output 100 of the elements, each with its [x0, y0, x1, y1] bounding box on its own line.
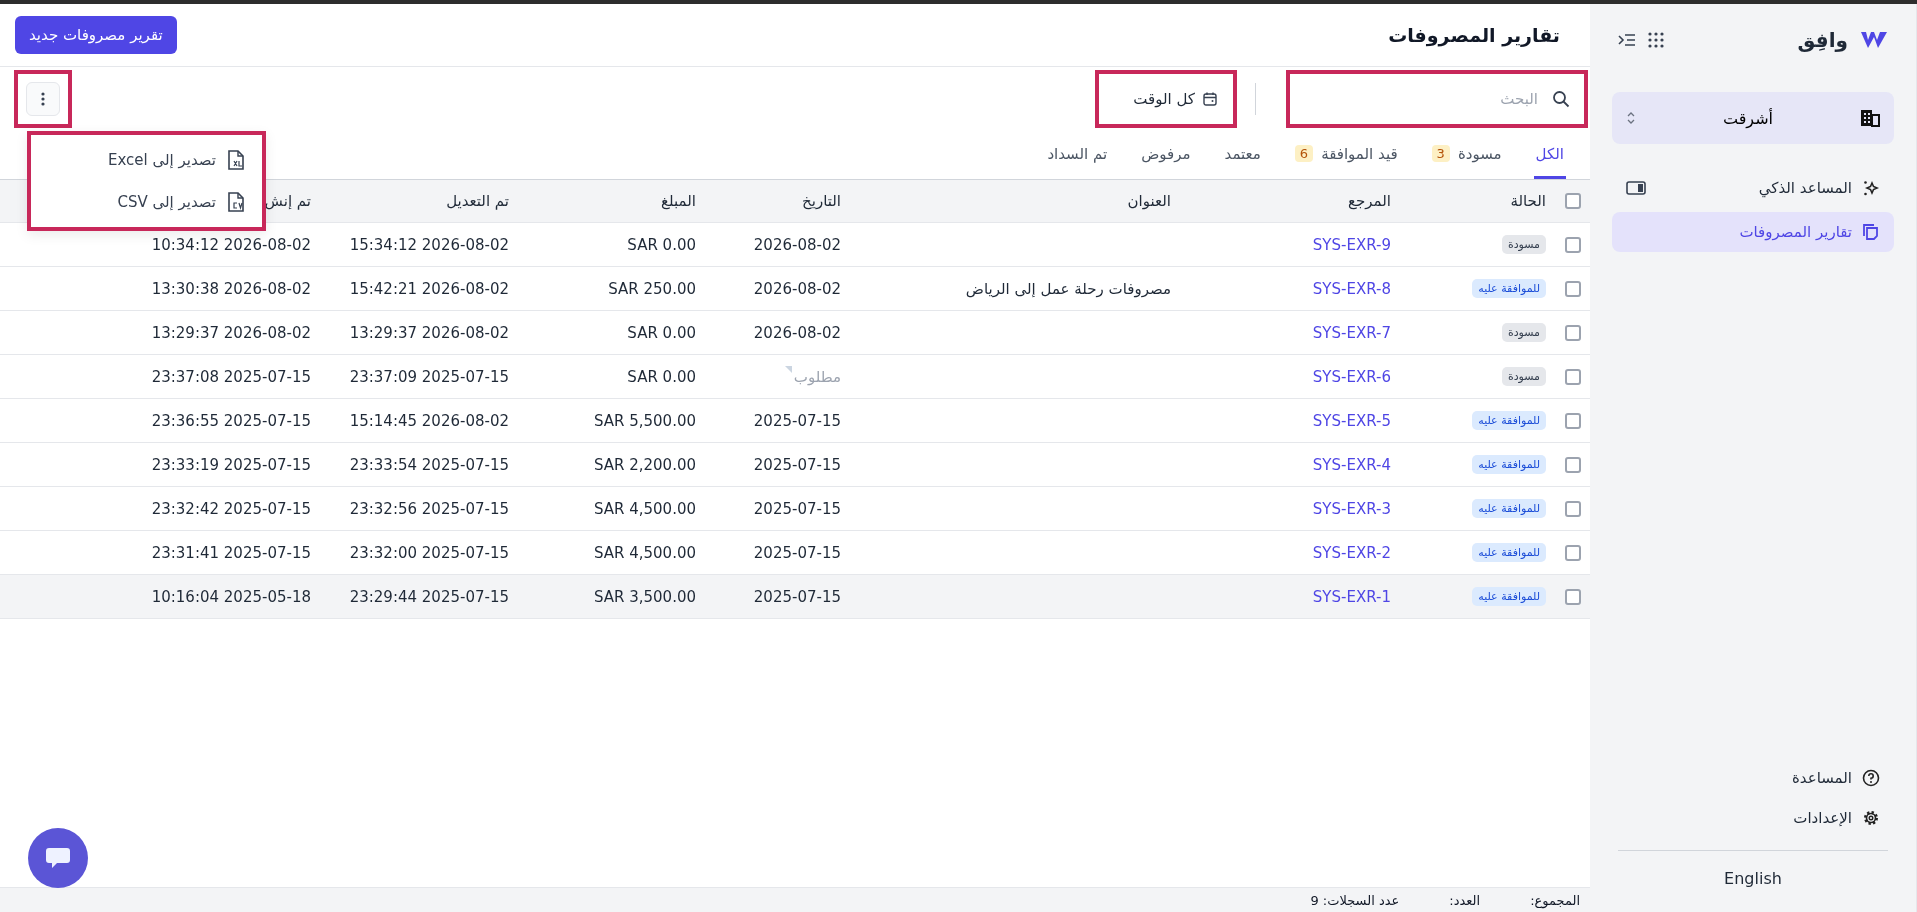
filter-tab[interactable]: معتمد	[1222, 131, 1263, 179]
reference-link[interactable]: SYS-EXR-6	[1312, 367, 1391, 386]
column-header: المرجع	[1348, 192, 1391, 210]
table-cell: 13:30:38 2026-08-02	[151, 279, 311, 298]
chat-bubble-icon	[45, 846, 71, 870]
corner-marker-icon	[784, 365, 792, 373]
nav-item[interactable]: المساعد الذكي	[1612, 168, 1894, 208]
status-badge: مسودة	[1501, 235, 1546, 254]
column-header: التاريخ	[802, 192, 841, 210]
language-link[interactable]: English	[1716, 865, 1790, 892]
logo-text: وافِق	[1797, 28, 1848, 52]
table-cell: 23:37:08 2025-07-15	[151, 367, 311, 386]
table-cell: 13:29:37 2026-08-02	[151, 323, 311, 342]
date-filter-button[interactable]: كل الوقت	[1127, 89, 1223, 109]
sparkle-icon	[1862, 179, 1880, 197]
menu-item[interactable]: تصدير إلى Excel	[31, 141, 262, 179]
table-cell: 2026-08-02	[753, 279, 841, 298]
row-checkbox[interactable]	[1565, 456, 1581, 473]
more-options-button[interactable]	[26, 82, 60, 116]
table-cell: 23:32:56 2025-07-15	[349, 499, 509, 518]
row-checkbox[interactable]	[1565, 500, 1581, 517]
settings-link[interactable]: الإعدادات	[1612, 798, 1894, 838]
help-icon	[1862, 769, 1880, 787]
nav-item[interactable]: تقارير المصروفات	[1612, 212, 1894, 252]
table-cell: SAR 3,500.00	[593, 587, 696, 606]
table-cell: 2025-07-15	[753, 455, 841, 474]
reference-link[interactable]: SYS-EXR-7	[1312, 323, 1391, 342]
new-report-button[interactable]: تقرير مصروفات جديد	[15, 16, 177, 54]
status-badge: للموافقة عليه	[1472, 499, 1546, 518]
table-cell: 23:36:55 2025-07-15	[151, 411, 311, 430]
calendar-icon	[1203, 92, 1217, 106]
menu-collapse-icon[interactable]	[1618, 33, 1636, 47]
table-cell: 23:31:41 2025-07-15	[151, 543, 311, 562]
record-count: عدد السجلات: 9	[1310, 892, 1400, 908]
reference-link[interactable]: SYS-EXR-3	[1312, 499, 1391, 518]
filter-tab[interactable]: تم السداد	[1045, 131, 1110, 179]
status-badge: للموافقة عليه	[1472, 279, 1546, 298]
table-cell: 15:14:45 2026-08-02	[349, 411, 509, 430]
panel-icon[interactable]	[1626, 181, 1646, 195]
table-cell: 23:33:54 2025-07-15	[349, 455, 509, 474]
table-cell: مصروفات رحلة عمل إلى الرياض	[965, 279, 1171, 298]
table-cell: SAR 4,500.00	[593, 543, 696, 562]
table-cell: SAR 5,500.00	[593, 411, 696, 430]
table-cell: 2025-07-15	[753, 411, 841, 430]
row-checkbox[interactable]	[1565, 236, 1581, 253]
status-badge: للموافقة عليه	[1472, 455, 1546, 474]
search-field[interactable]: البحث	[1336, 89, 1540, 109]
settings-icon	[1862, 809, 1880, 827]
row-checkbox[interactable]	[1565, 324, 1581, 341]
count-badge: 6	[1294, 145, 1314, 162]
status-badge: مسودة	[1501, 323, 1546, 342]
row-checkbox[interactable]	[1565, 368, 1581, 385]
row-checkbox[interactable]	[1565, 588, 1581, 605]
organization-selector[interactable]: أشرقت	[1612, 92, 1894, 144]
reference-link[interactable]: SYS-EXR-8	[1312, 279, 1391, 298]
table-cell: 13:29:37 2026-08-02	[349, 323, 509, 342]
search-icon	[1552, 90, 1570, 108]
page-title: تقارير المصروفات	[1388, 24, 1560, 46]
status-badge: للموافقة عليه	[1472, 543, 1546, 562]
status-badge: للموافقة عليه	[1472, 587, 1546, 606]
row-checkbox[interactable]	[1565, 412, 1581, 429]
chat-button[interactable]	[28, 828, 88, 888]
reference-link[interactable]: SYS-EXR-9	[1312, 235, 1391, 254]
table-cell: SAR 250.00	[608, 279, 696, 298]
apps-grid-icon[interactable]	[1648, 32, 1664, 48]
table-cell: 23:37:09 2025-07-15	[349, 367, 509, 386]
row-checkbox[interactable]	[1565, 280, 1581, 297]
select-all-checkbox[interactable]	[1565, 193, 1581, 209]
building-icon	[1860, 109, 1880, 127]
menu-item[interactable]: تصدير إلى CSV	[31, 183, 262, 221]
help-link[interactable]: المساعدة	[1612, 758, 1894, 798]
row-checkbox[interactable]	[1565, 544, 1581, 561]
column-header: المبلغ	[661, 192, 696, 210]
column-header: العنوان	[1127, 192, 1171, 210]
table-cell: 23:32:00 2025-07-15	[349, 543, 509, 562]
table-cell: 2025-07-15	[753, 499, 841, 518]
table-cell: 15:34:12 2026-08-02	[349, 235, 509, 254]
table-cell: 2025-07-15	[753, 543, 841, 562]
column-header: تم التعديل	[446, 192, 509, 210]
table-cell: 10:34:12 2026-08-02	[151, 235, 311, 254]
table-cell: SAR 4,500.00	[593, 499, 696, 518]
table-cell: SAR 0.00	[627, 367, 696, 386]
more-vertical-icon	[41, 92, 45, 106]
total-label: المجموع:	[1530, 892, 1580, 908]
reference-link[interactable]: SYS-EXR-2	[1312, 543, 1391, 562]
column-header: تم إنش	[264, 192, 311, 210]
reference-link[interactable]: SYS-EXR-4	[1312, 455, 1391, 474]
filter-tab[interactable]: مرفوض	[1139, 131, 1193, 179]
status-badge: للموافقة عليه	[1472, 411, 1546, 430]
chevron-updown-icon	[1626, 111, 1636, 125]
documents-icon	[1862, 223, 1880, 241]
reference-link[interactable]: SYS-EXR-5	[1312, 411, 1391, 430]
table-cell: 2025-07-15	[753, 587, 841, 606]
table-cell: SAR 2,200.00	[593, 455, 696, 474]
csv-file-icon	[228, 192, 244, 212]
column-header: الحالة	[1510, 192, 1546, 210]
reference-link[interactable]: SYS-EXR-1	[1312, 587, 1391, 606]
table-cell: 2026-08-02	[753, 323, 841, 342]
table-cell: 23:33:19 2025-07-15	[151, 455, 311, 474]
status-badge: مسودة	[1501, 367, 1546, 386]
